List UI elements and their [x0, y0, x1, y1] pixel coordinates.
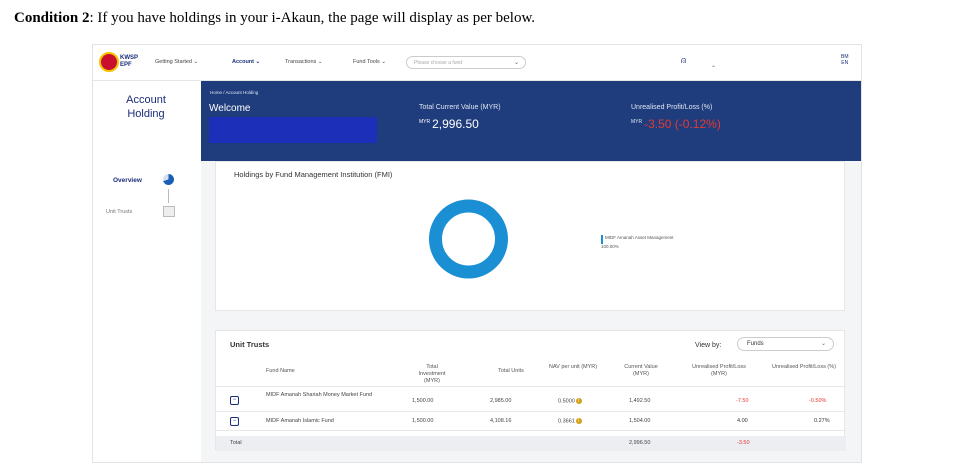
- kwsp-logo[interactable]: KWSP EPF: [99, 52, 143, 74]
- col-nav[interactable]: NAV per unit (MYR): [548, 364, 598, 371]
- legend-label: MIDF Amanah Asset Management 100.00%: [601, 235, 674, 249]
- total-current-value: MYR 2,996.50: [419, 117, 479, 131]
- view-by-label: View by:: [695, 342, 722, 349]
- table-icon: [163, 206, 175, 217]
- divider: [168, 189, 169, 203]
- user-icon[interactable]: ⍝: [681, 55, 686, 66]
- sidebar-title: Account Holding: [126, 94, 166, 120]
- unrealised-pl-label: Unrealised Profit/Loss (%): [631, 104, 713, 111]
- total-investment: 1,500.00: [412, 418, 434, 424]
- total-upl-myr: -3.50: [737, 440, 750, 446]
- info-icon[interactable]: i: [575, 418, 582, 424]
- col-fund-name[interactable]: Fund Name: [266, 368, 326, 375]
- summary-banner: Home / Account Holding Welcome Total Cur…: [201, 81, 861, 161]
- nav-account[interactable]: Account ⌄: [232, 59, 260, 65]
- col-upl-pct[interactable]: Unrealised Profit/Loss (%): [772, 364, 836, 371]
- chart-legend[interactable]: MIDF Amanah Asset Management 100.00%: [601, 235, 691, 249]
- chevron-down-icon: ⌄: [193, 59, 199, 65]
- upl-myr: -7.50: [736, 398, 749, 404]
- fund-select[interactable]: Please choose a fund ⌄: [406, 56, 526, 69]
- col-total-units[interactable]: Total Units: [486, 368, 536, 375]
- total-label: Total: [230, 440, 242, 446]
- pie-chart-icon: [163, 174, 174, 185]
- upl-pct: -0.50%: [809, 398, 827, 404]
- chevron-down-icon: ⌄: [381, 59, 386, 65]
- unrealised-pl-value: MYR -3.50 (-0.12%): [631, 117, 721, 131]
- donut-slice[interactable]: [429, 199, 508, 279]
- expand-row-button[interactable]: −: [230, 396, 239, 405]
- nav-getting-started[interactable]: Getting Started ⌄: [155, 59, 198, 65]
- total-current-value: 2,996.50: [629, 440, 651, 446]
- chevron-down-icon: ⌄: [820, 341, 826, 347]
- language-switch[interactable]: BM EN: [841, 54, 849, 66]
- holdings-donut-chart: [429, 199, 508, 279]
- fund-name[interactable]: MIDF Amanah Shariah Money Market Fund: [266, 392, 376, 399]
- page-caption: Condition 2: If you have holdings in you…: [14, 10, 536, 26]
- upl-pct: 0.27%: [814, 418, 830, 424]
- nav-fund-tools[interactable]: Fund Tools ⌄: [353, 59, 386, 65]
- upl-myr: 4.00: [737, 418, 748, 424]
- total-units: 2,985.00: [490, 398, 512, 404]
- sidebar-item-unit-trusts[interactable]: Unit Trusts: [106, 209, 132, 215]
- logo-emblem-icon: [99, 52, 119, 72]
- info-icon[interactable]: i: [575, 398, 582, 404]
- chevron-down-icon: ⌄: [513, 60, 519, 66]
- total-current-value-label: Total Current Value (MYR): [419, 104, 501, 111]
- top-navigation: KWSP EPF Getting Started ⌄ Account ⌄ Tran…: [93, 45, 861, 81]
- total-units: 4,108.16: [490, 418, 512, 424]
- breadcrumb[interactable]: Home / Account Holding: [210, 90, 258, 95]
- unit-trusts-card: Unit Trusts View by: Funds ⌄ Fund Name To…: [215, 330, 846, 451]
- current-value: 1,504.00: [629, 418, 651, 424]
- divider: [216, 411, 846, 412]
- col-total-investment[interactable]: Total Investment (MYR): [412, 364, 452, 385]
- fund-name[interactable]: MIDF Amanah Islamic Fund: [266, 418, 334, 424]
- holdings-card: Holdings by Fund Management Institution …: [215, 161, 845, 311]
- redacted-name-box: [209, 117, 377, 143]
- expand-row-button[interactable]: −: [230, 417, 239, 426]
- legend-swatch: [601, 235, 603, 244]
- view-by-select[interactable]: Funds ⌄: [737, 337, 834, 351]
- chevron-down-icon: ⌄: [317, 59, 323, 65]
- nav-value: 0.5000 i: [558, 398, 582, 404]
- current-value: 1,492.50: [629, 398, 651, 404]
- col-current-value[interactable]: Current Value (MYR): [616, 364, 666, 378]
- chevron-down-icon: ⌄: [255, 59, 261, 65]
- divider: [216, 430, 846, 431]
- col-upl-myr[interactable]: Unrealised Profit/Loss (MYR): [684, 364, 754, 378]
- unit-trusts-title: Unit Trusts: [230, 340, 270, 349]
- app-frame: KWSP EPF Getting Started ⌄ Account ⌄ Tran…: [92, 44, 862, 463]
- sidebar-item-overview[interactable]: Overview: [113, 177, 142, 184]
- nav-transactions[interactable]: Transactions ⌄: [285, 59, 322, 65]
- total-investment: 1,500.00: [412, 398, 434, 404]
- chevron-down-icon[interactable]: ⌄: [711, 62, 716, 69]
- total-row: Total 2,996.50 -3.50: [216, 436, 846, 451]
- holdings-title: Holdings by Fund Management Institution …: [234, 170, 393, 179]
- welcome-title: Welcome: [209, 103, 251, 114]
- sidebar: Account Holding Overview Unit Trusts: [93, 81, 201, 462]
- divider: [216, 386, 846, 387]
- nav-value: 0.3661 i: [558, 418, 582, 424]
